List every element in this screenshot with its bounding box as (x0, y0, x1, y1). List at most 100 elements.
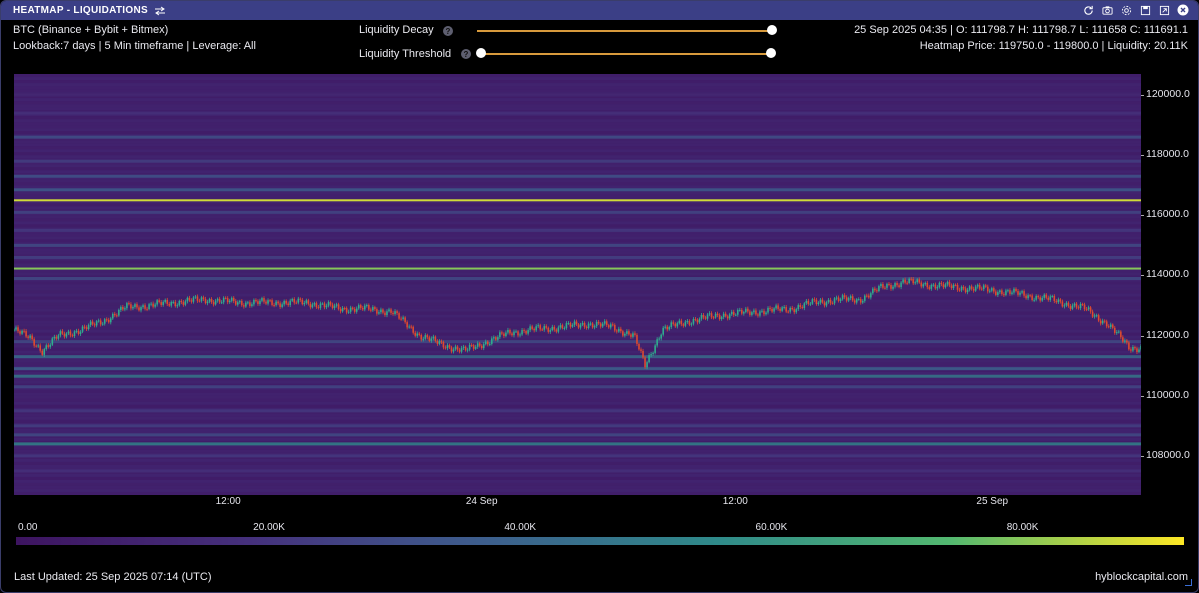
candle-body (642, 350, 644, 358)
liquidity-band (14, 367, 1141, 371)
candle-body (583, 322, 586, 327)
heatmap-plot[interactable] (13, 74, 1142, 495)
candle-body (849, 296, 852, 299)
candle-body (374, 307, 376, 310)
candle-body (1015, 288, 1017, 292)
candle-body (1037, 295, 1039, 298)
candle-body (390, 309, 392, 313)
candle-body (218, 298, 221, 303)
close-icon[interactable] (1176, 3, 1190, 17)
candle-body (1029, 295, 1031, 297)
candle-body (833, 298, 836, 304)
candle-body (736, 309, 739, 315)
swap-icon[interactable] (154, 6, 166, 16)
candle-body (501, 332, 503, 334)
candle-body (837, 297, 840, 301)
candle-body (553, 326, 556, 330)
heatmap-cell-row (14, 119, 1141, 123)
candle-body (769, 307, 771, 309)
candle-body (807, 300, 810, 304)
candle-body (182, 302, 185, 305)
refresh-icon[interactable] (1081, 3, 1095, 17)
candle-body (1128, 342, 1130, 350)
liquidity-decay-slider[interactable] (477, 30, 772, 32)
candle-body (25, 331, 27, 337)
liquidity-threshold-slider[interactable] (481, 53, 771, 55)
candle-body (993, 288, 995, 292)
decay-slider-handle[interactable] (767, 25, 777, 35)
candle-body (79, 331, 82, 334)
expand-icon[interactable] (1157, 3, 1171, 17)
candle-body (658, 338, 660, 340)
candle-body (855, 299, 858, 303)
heatmap-cell-row (14, 239, 1141, 243)
candle-body (287, 303, 289, 306)
liquidity-band (14, 374, 1141, 378)
candle-body (422, 338, 425, 340)
decay-help-icon[interactable]: ? (443, 26, 453, 36)
candle-body (440, 341, 443, 343)
candle-body (263, 298, 265, 302)
candle-body (150, 303, 152, 305)
candle-body (93, 324, 96, 326)
candle-body (688, 321, 691, 325)
candle-body (509, 329, 511, 334)
candle-body (670, 322, 673, 328)
candle-body (1027, 295, 1029, 299)
colorbar-tick-label: 40.00K (504, 522, 537, 533)
candle-body (898, 285, 900, 288)
candle-body (172, 301, 175, 303)
candle-body (872, 288, 874, 294)
heatmap-cell-row (14, 446, 1141, 450)
candle-body (523, 330, 525, 332)
candle-body (914, 282, 916, 284)
threshold-help-icon[interactable]: ? (461, 49, 471, 59)
candle-body (134, 304, 136, 307)
candle-body (257, 301, 259, 304)
candle-body (230, 297, 233, 301)
resize-handle[interactable] (1185, 579, 1192, 586)
candle-body (208, 298, 211, 302)
candle-body (476, 343, 479, 347)
save-icon[interactable] (1138, 3, 1152, 17)
candle-body (1055, 301, 1058, 303)
candle-body (930, 284, 933, 289)
heatmap-cell-row (14, 146, 1141, 150)
threshold-max-handle[interactable] (766, 48, 776, 58)
candle-body (255, 299, 257, 302)
heatmap-cell-row (14, 419, 1141, 423)
candle-body (1059, 299, 1062, 302)
candle-body (503, 333, 505, 337)
candle-body (982, 285, 985, 290)
heatmap-cell-row (14, 308, 1141, 312)
candle-body (148, 304, 150, 309)
candle-body (738, 309, 741, 311)
title-bar: HEATMAP - LIQUIDATIONS (1, 1, 1198, 20)
heatmap-cell-row (14, 392, 1141, 396)
candle-body (130, 304, 132, 309)
colorbar-tick-label: 0.00 (18, 522, 38, 533)
candle-body (884, 287, 886, 289)
candle-body (799, 305, 802, 307)
candle-body (460, 347, 463, 352)
camera-icon[interactable] (1100, 3, 1114, 17)
liquidity-band (14, 228, 1141, 232)
x-tick-label: 12:00 (215, 496, 241, 507)
threshold-min-handle[interactable] (476, 48, 486, 58)
heatmap-cell-row (14, 86, 1141, 90)
candle-body (470, 344, 473, 346)
candle-body (291, 298, 294, 301)
candle-body (682, 324, 685, 326)
ohlc-readout: 25 Sep 2025 04:35 | O: 111798.7 H: 11179… (854, 24, 1188, 36)
candle-body (511, 333, 513, 336)
candle-body (632, 333, 634, 337)
candle-body (45, 345, 48, 350)
brand-link[interactable]: hyblockcapital.com (1095, 571, 1188, 583)
heatmap-cell-row (14, 482, 1141, 486)
heatmap-cell-row (14, 428, 1141, 432)
candle-body (33, 339, 35, 346)
candle-body (1019, 292, 1021, 295)
candle-body (551, 326, 554, 331)
candle-body (474, 346, 477, 349)
gear-icon[interactable] (1119, 3, 1133, 17)
